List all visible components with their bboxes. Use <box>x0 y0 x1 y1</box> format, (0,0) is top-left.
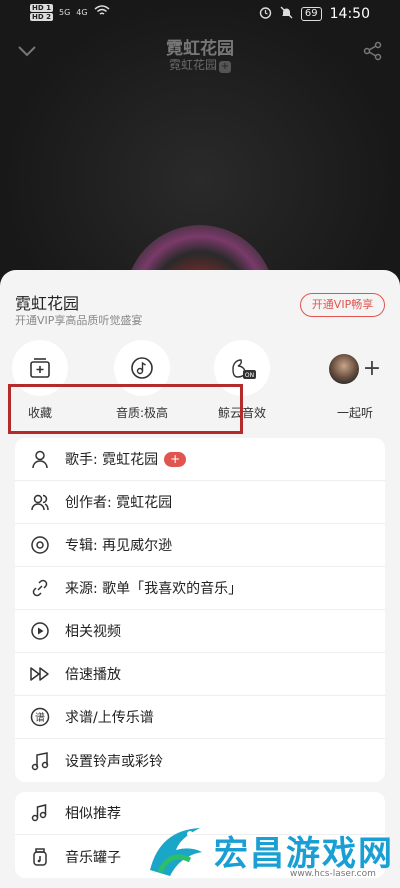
listen-together-label: 一起听 <box>336 406 373 420</box>
whale-sound-effect-icon: ON <box>232 359 256 379</box>
follow-artist-badge[interactable]: + <box>219 61 231 73</box>
video-icon <box>29 620 51 642</box>
more-options-sheet: 霓虹花园 开通VIP享高品质听觉盛宴 开通VIP畅享 收藏 音质:极高 ON 鲸… <box>0 270 400 888</box>
menu-item-score[interactable]: 谱 求谱/上传乐谱 <box>15 696 385 739</box>
similar-icon <box>29 802 51 824</box>
menu-item-label: 相关视频 <box>65 624 121 640</box>
wifi-icon <box>94 5 110 20</box>
song-artist[interactable]: 霓虹花园 + <box>0 56 400 73</box>
menu-item-label: 创作者: 霓虹花园 <box>65 495 173 511</box>
song-artist-name: 霓虹花园 <box>168 58 217 72</box>
speed-play-icon <box>29 663 51 685</box>
music-jar-icon <box>29 846 51 868</box>
add-to-collection-icon <box>30 358 50 378</box>
invite-plus-icon: + <box>362 355 382 381</box>
menu-item-ringtone[interactable]: 设置铃声或彩铃 <box>15 739 385 782</box>
vip-button[interactable]: 开通VIP畅享 <box>300 293 385 317</box>
share-button[interactable] <box>362 40 384 62</box>
avatar <box>328 353 359 384</box>
mute-icon <box>280 6 293 22</box>
clock: 14:50 <box>329 6 370 22</box>
menu-item-album[interactable]: 专辑: 再见威尔逊 <box>15 524 385 567</box>
album-icon <box>29 534 51 556</box>
menu-item-label: 音乐罐子 <box>65 849 121 866</box>
net1-indicator: 5G <box>58 8 71 17</box>
menu-item-label: 专辑: 再见威尔逊 <box>65 538 173 554</box>
speed-play-highlight <box>8 384 243 434</box>
people-icon <box>29 491 51 513</box>
ringtone-icon <box>29 750 51 772</box>
menu-item-label: 倍速播放 <box>65 667 121 683</box>
menu-item-speed-play[interactable]: 倍速播放 <box>15 653 385 696</box>
share-icon <box>363 41 382 61</box>
status-bar: HD 1 HD 2 5G 4G 69 14:50 <box>0 0 400 28</box>
menu-item-videos[interactable]: 相关视频 <box>15 610 385 653</box>
svg-text:谱: 谱 <box>35 711 45 724</box>
svg-text:ON: ON <box>245 372 254 379</box>
menu-item-artist[interactable]: 歌手: 霓虹花园 + <box>15 438 385 481</box>
score-icon: 谱 <box>29 706 51 728</box>
person-icon <box>29 448 51 470</box>
song-info-menu: 歌手: 霓虹花园 + 创作者: 霓虹花园 专辑: 再见威尔逊 来源: 歌单「我喜… <box>15 438 385 782</box>
menu-item-label: 求谱/上传乐谱 <box>65 710 154 726</box>
follow-artist-button[interactable]: + <box>164 451 187 467</box>
menu-item-source[interactable]: 来源: 歌单「我喜欢的音乐」 <box>15 567 385 610</box>
hd1-indicator: HD 1 <box>30 4 53 12</box>
link-icon <box>29 577 51 599</box>
sheet-subtitle: 开通VIP享高品质听觉盛宴 <box>15 314 143 327</box>
menu-item-label: 相似推荐 <box>65 806 121 822</box>
watermark: 宏昌游戏网 www.hcs-laser.com <box>140 820 400 888</box>
watermark-text: 宏昌游戏网 <box>214 834 394 874</box>
watermark-url: www.hcs-laser.com <box>290 869 376 879</box>
battery-indicator: 69 <box>300 7 322 21</box>
menu-item-label: 设置铃声或彩铃 <box>65 753 163 770</box>
sound-quality-icon <box>131 357 153 379</box>
menu-item-label: 来源: 歌单「我喜欢的音乐」 <box>65 581 243 597</box>
menu-item-label: 歌手: 霓虹花园 <box>65 452 159 468</box>
hd2-indicator: HD 2 <box>30 13 53 21</box>
dragon-logo-icon <box>150 828 202 876</box>
sheet-title: 霓虹花园 <box>15 294 80 313</box>
listen-together-action[interactable]: + 一起听 <box>320 340 390 421</box>
net2-indicator: 4G <box>76 8 88 17</box>
alarm-icon <box>259 6 272 22</box>
menu-item-creator[interactable]: 创作者: 霓虹花园 <box>15 481 385 524</box>
